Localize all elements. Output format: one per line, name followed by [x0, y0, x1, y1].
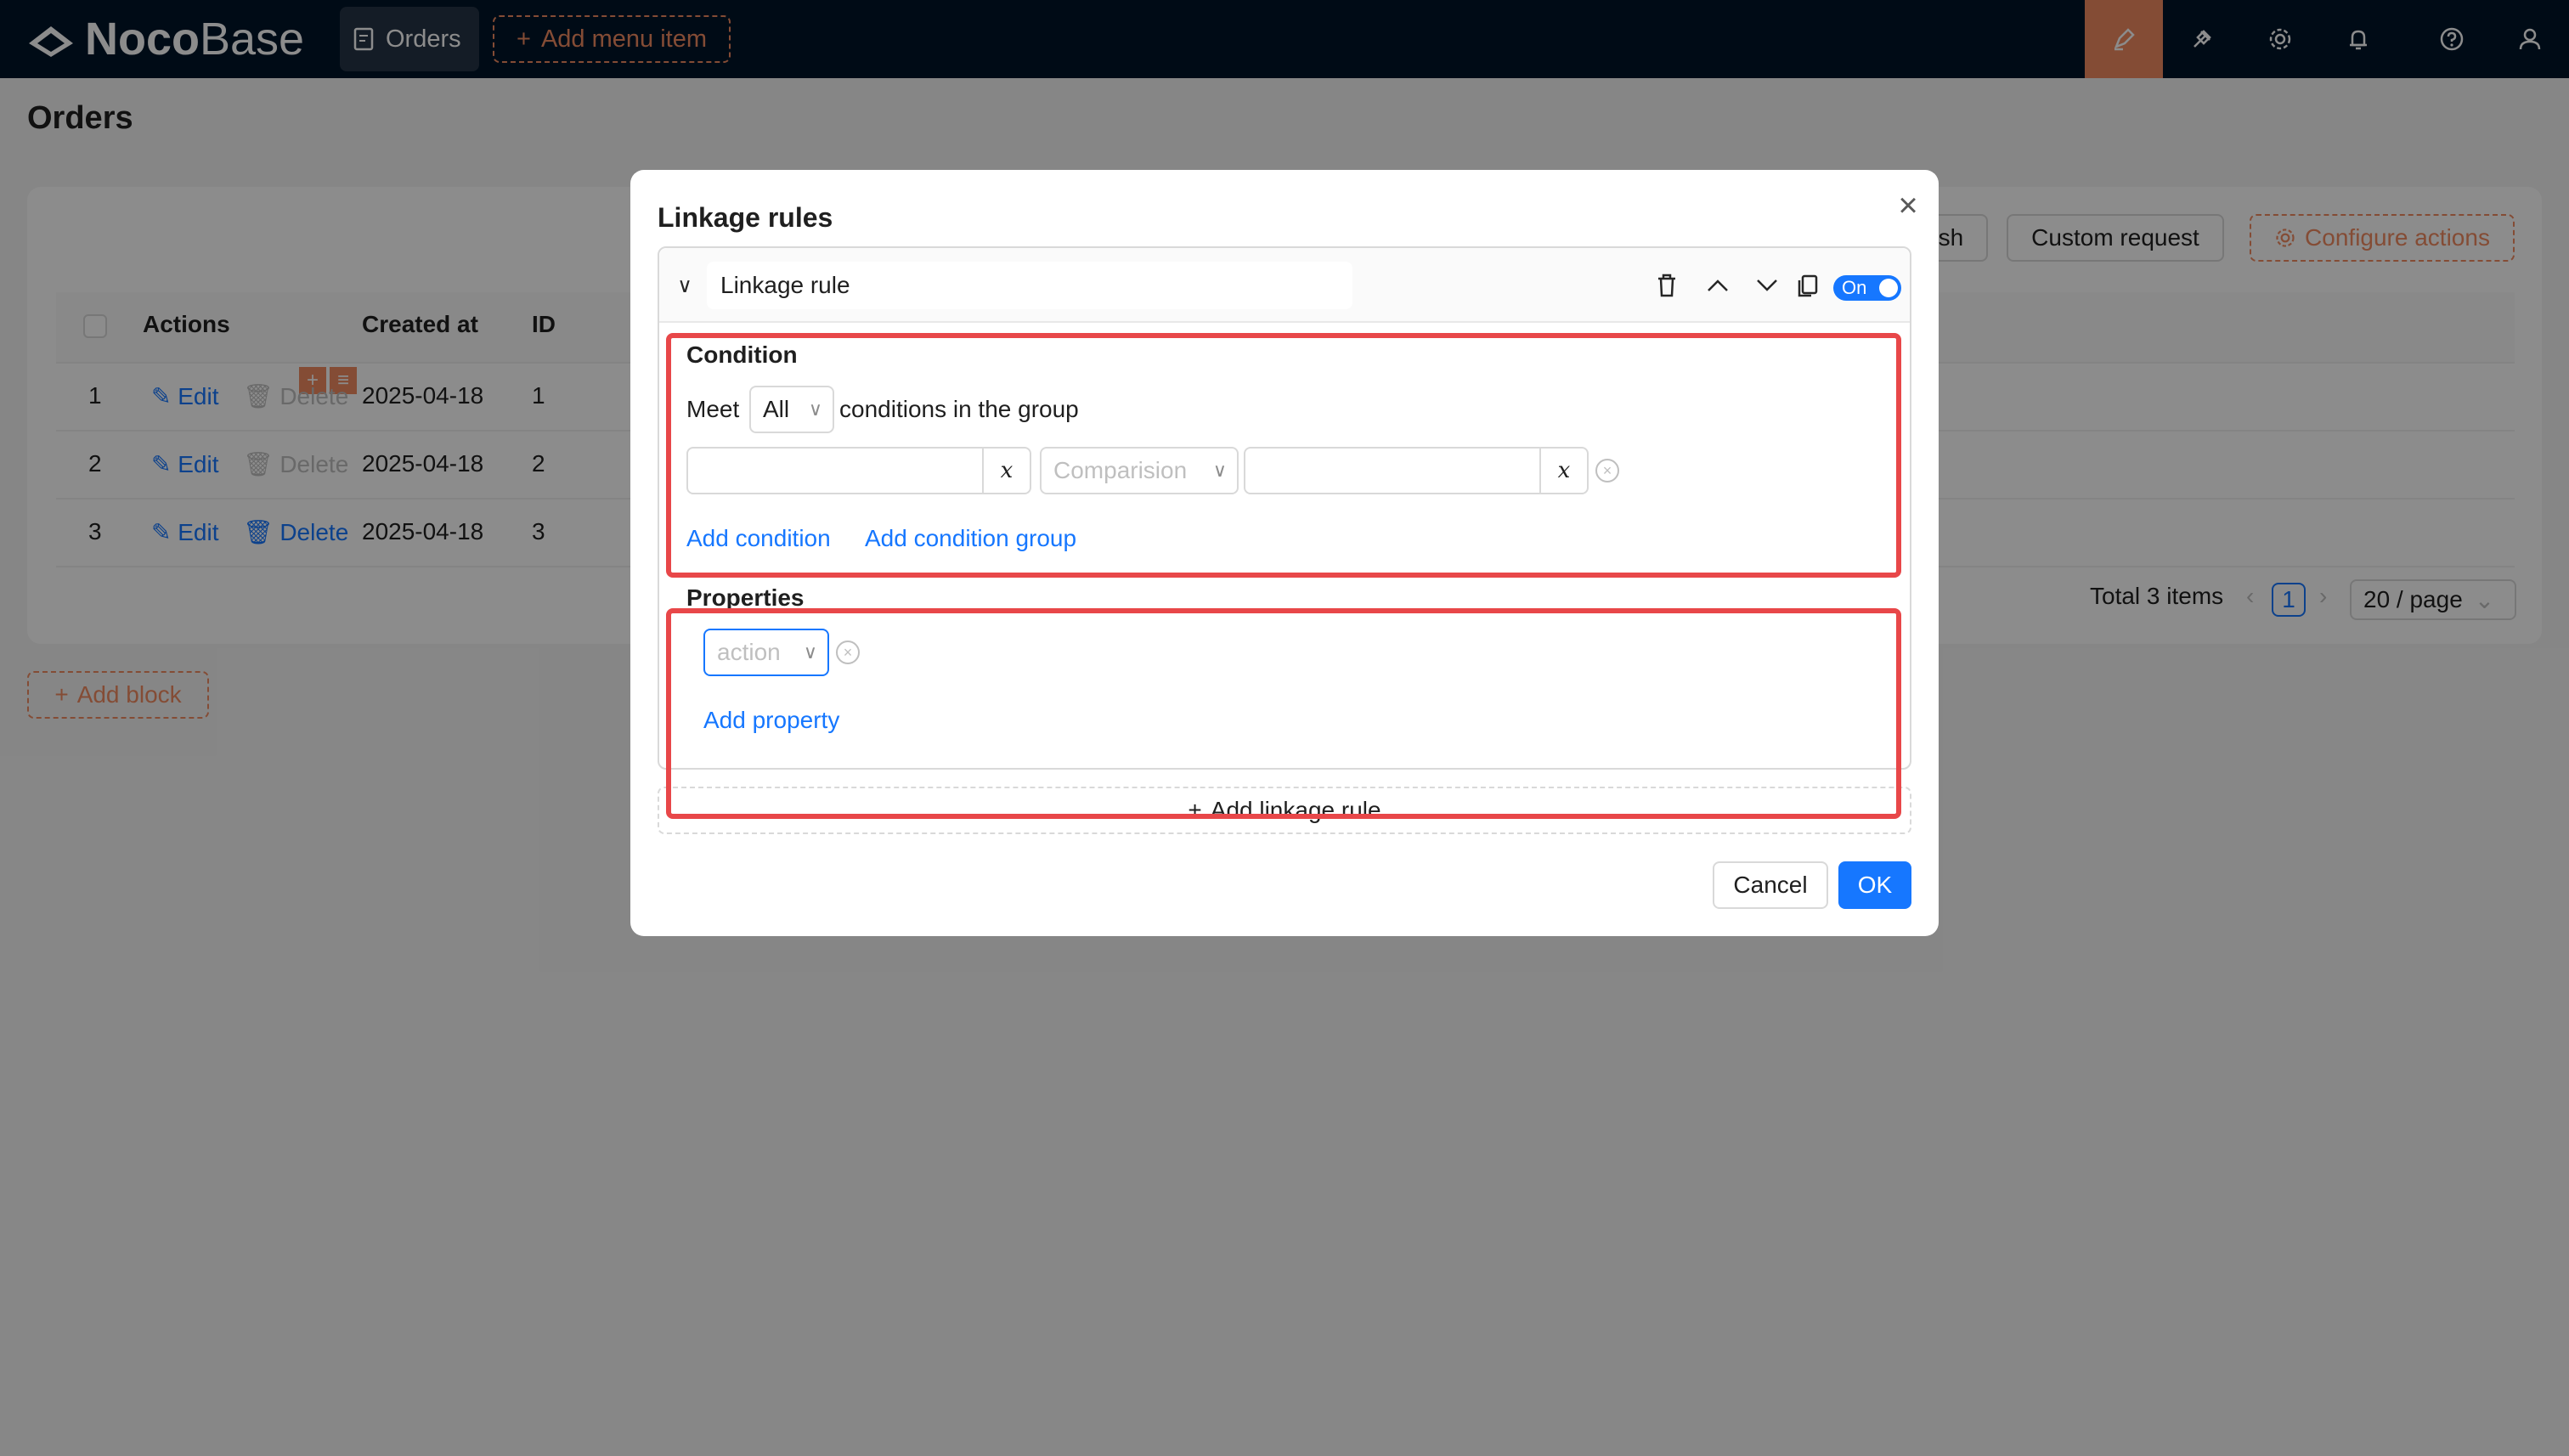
condition-highlight-box: [666, 333, 1901, 578]
close-icon[interactable]: ×: [1891, 187, 1925, 224]
linkage-rules-modal: Linkage rules × ∨ Linkage rule On Condit: [630, 170, 1939, 936]
move-down-icon[interactable]: [1748, 267, 1786, 304]
modal-title: Linkage rules: [658, 202, 833, 233]
switch-label: On: [1842, 277, 1867, 298]
trash-icon: [1658, 274, 1675, 297]
move-up-icon[interactable]: [1699, 267, 1736, 304]
rule-name-input[interactable]: Linkage rule: [707, 262, 1352, 309]
switch-knob: [1879, 279, 1898, 297]
rule-enabled-switch[interactable]: On: [1833, 275, 1901, 301]
delete-rule-icon[interactable]: [1648, 267, 1685, 304]
ok-button[interactable]: OK: [1838, 861, 1911, 909]
chevron-down-icon[interactable]: ∨: [666, 267, 703, 304]
cancel-button[interactable]: Cancel: [1713, 861, 1828, 909]
properties-highlight-box: [666, 608, 1901, 819]
copy-rule-icon[interactable]: [1789, 267, 1827, 304]
linkage-rule-header: ∨ Linkage rule On: [659, 248, 1910, 323]
copy-icon: [1798, 274, 1818, 297]
